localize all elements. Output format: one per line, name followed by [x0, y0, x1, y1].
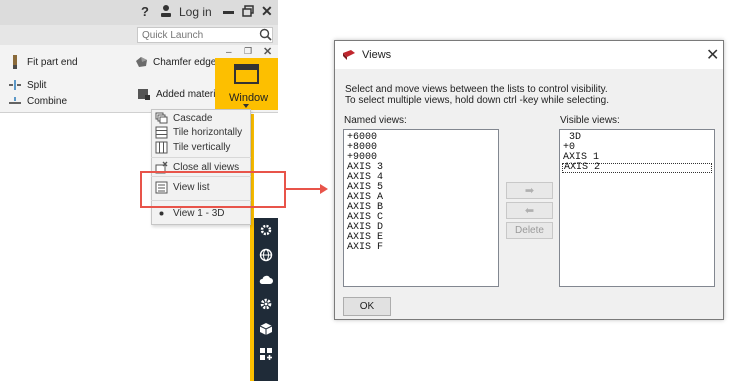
- dialog-title: Views: [362, 49, 392, 61]
- ok-button[interactable]: OK: [343, 297, 391, 316]
- split-label: Split: [27, 79, 47, 91]
- list-item[interactable]: AXIS F: [346, 243, 496, 253]
- list-item-selected[interactable]: AXIS 2: [562, 163, 712, 173]
- ribbon-minimize-icon[interactable]: –: [226, 47, 232, 58]
- search-icon[interactable]: [259, 28, 272, 41]
- bullet-icon: [159, 211, 164, 216]
- combine-label: Combine: [27, 95, 68, 107]
- cascade-icon: [155, 112, 168, 124]
- chamfer-edge-icon: [136, 57, 147, 67]
- views-app-icon: [343, 50, 355, 60]
- gear-settings-icon[interactable]: [258, 222, 274, 238]
- added-material-button[interactable]: Added materia: [137, 87, 221, 101]
- split-icon: [9, 80, 21, 90]
- move-to-visible-button[interactable]: ➡: [506, 182, 553, 199]
- visible-views-list[interactable]: 3D +0 AXIS 1 AXIS 2: [559, 129, 715, 287]
- window-icon: [234, 64, 259, 84]
- quick-launch-input[interactable]: [137, 27, 273, 43]
- cloud-icon[interactable]: [258, 272, 274, 288]
- user-icon[interactable]: [160, 4, 172, 18]
- ribbon-close-icon[interactable]: ✕: [263, 45, 272, 58]
- fit-part-end-button[interactable]: Fit part end: [8, 55, 78, 69]
- fit-part-end-icon: [13, 55, 17, 69]
- settings-icon[interactable]: [258, 296, 274, 312]
- menu-item-cascade[interactable]: Cascade: [155, 112, 212, 125]
- dialog-close-button[interactable]: ✕: [706, 45, 719, 65]
- chamfer-edge-label: Chamfer edge: [153, 56, 217, 68]
- highlight-box: [140, 171, 286, 208]
- restore-button[interactable]: [242, 5, 254, 17]
- cube-icon[interactable]: [258, 321, 274, 337]
- tile-vertical-icon: [155, 141, 168, 154]
- minimize-button[interactable]: [223, 11, 234, 14]
- list-item[interactable]: 3D: [562, 133, 712, 143]
- named-views-label: Named views:: [344, 115, 407, 126]
- ribbon-restore-icon[interactable]: ❐: [244, 46, 252, 57]
- menu-item-label: View 1 - 3D: [173, 208, 225, 219]
- delete-button-label: Delete: [515, 225, 544, 236]
- apps-icon[interactable]: [258, 346, 274, 362]
- menu-item-label: Cascade: [173, 113, 213, 124]
- dialog-title-bar: [335, 41, 723, 69]
- window-button-label: Window: [229, 92, 269, 104]
- combine-button[interactable]: Combine: [8, 94, 67, 108]
- chamfer-edge-button[interactable]: Chamfer edge: [134, 55, 216, 69]
- ok-button-label: OK: [359, 301, 375, 312]
- fit-part-end-label: Fit part end: [27, 56, 78, 68]
- instruction-text: Select and move views between the lists …: [345, 84, 608, 95]
- arrow-line: [286, 188, 321, 190]
- login-link[interactable]: Log in: [179, 5, 212, 19]
- menu-item-tile-vertically[interactable]: Tile vertically: [155, 141, 230, 154]
- combine-icon: [9, 97, 21, 104]
- menu-separator: [151, 157, 251, 158]
- split-button[interactable]: Split: [8, 78, 46, 92]
- visible-views-label: Visible views:: [560, 115, 620, 126]
- named-views-list[interactable]: +6000 +8000 +9000 AXIS 3 AXIS 4 AXIS 5 A…: [343, 129, 499, 287]
- tile-horizontal-icon: [155, 126, 168, 139]
- title-bar: [0, 0, 278, 25]
- menu-item-view-1-3d[interactable]: View 1 - 3D: [155, 207, 225, 220]
- menu-item-label: Tile horizontally: [173, 127, 243, 138]
- menu-item-label: Tile vertically: [173, 142, 231, 153]
- added-material-icon: [138, 89, 150, 100]
- arrow-right-icon: [320, 184, 328, 194]
- arrow-right-icon: ➡: [524, 185, 535, 197]
- globe-icon[interactable]: [258, 247, 274, 263]
- added-material-label: Added materia: [156, 88, 222, 100]
- arrow-left-icon: ⬅: [524, 205, 535, 217]
- move-to-named-button[interactable]: ⬅: [506, 202, 553, 219]
- close-button[interactable]: ✕: [261, 3, 273, 20]
- instruction-text: To select multiple views, hold down ctrl…: [345, 95, 609, 106]
- menu-item-tile-horizontally[interactable]: Tile horizontally: [155, 126, 242, 139]
- delete-button[interactable]: Delete: [506, 222, 553, 239]
- help-button[interactable]: ?: [141, 4, 149, 19]
- chevron-down-icon: [243, 104, 249, 108]
